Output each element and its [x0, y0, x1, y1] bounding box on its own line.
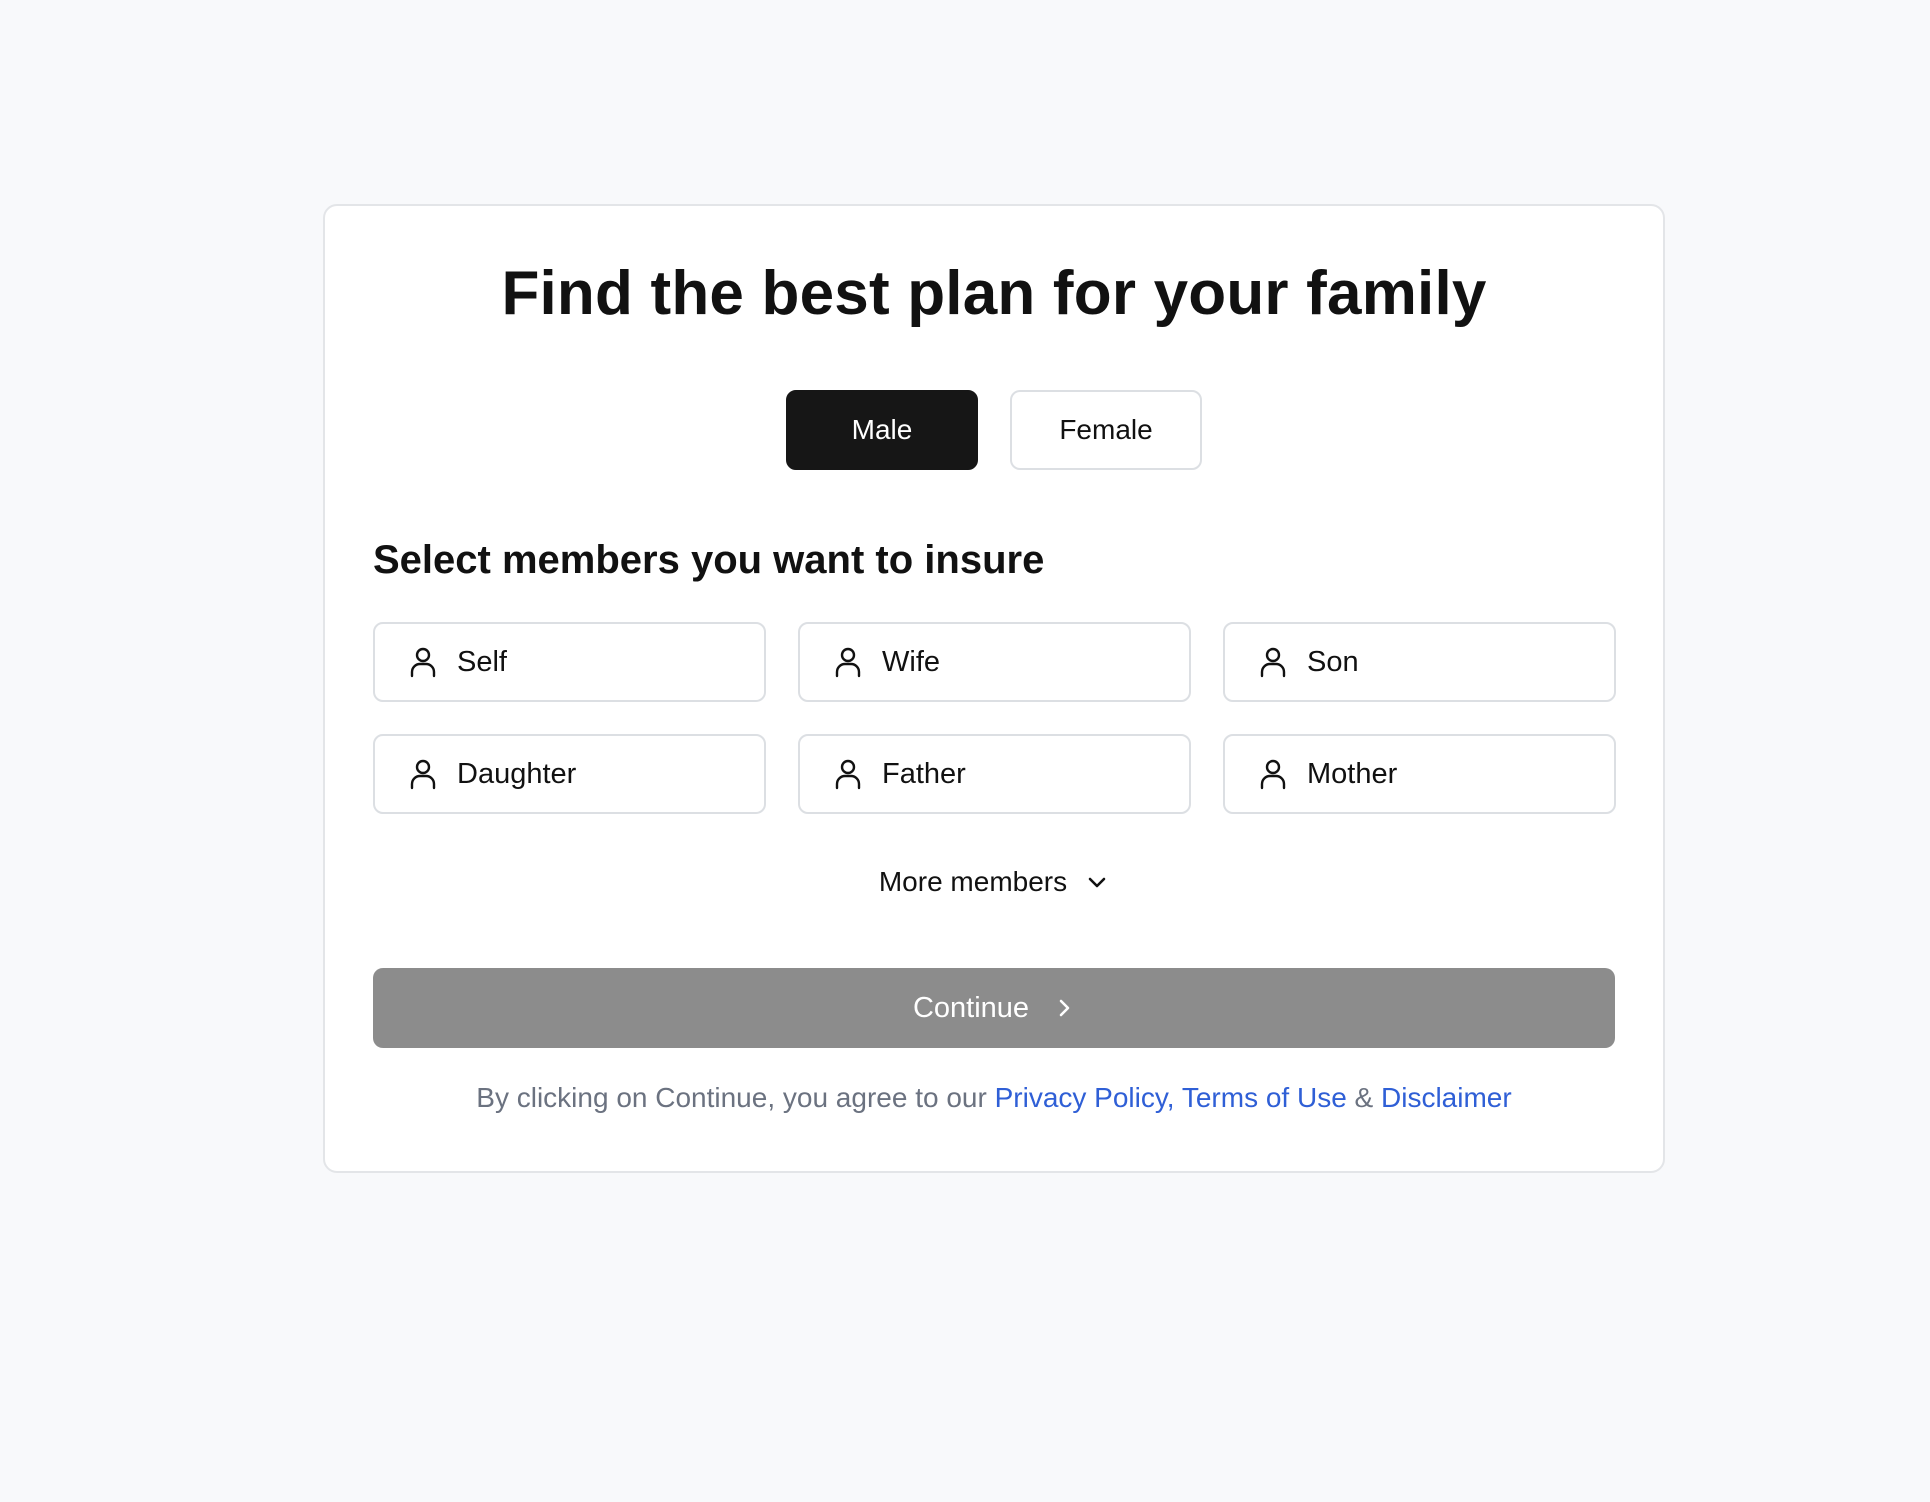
continue-button[interactable]: Continue [373, 968, 1615, 1048]
plan-finder-card: Find the best plan for your family Male … [323, 204, 1665, 1173]
continue-label: Continue [912, 991, 1030, 1024]
person-icon [1259, 758, 1287, 790]
member-father-tile[interactable]: Father [798, 734, 1191, 814]
member-mother-tile[interactable]: Mother [1223, 734, 1616, 814]
more-members-toggle[interactable]: More members [373, 866, 1615, 898]
member-wife-tile[interactable]: Wife [798, 622, 1191, 702]
members-grid: Self Wife Son Daughter Father Mother [373, 622, 1616, 814]
chevron-down-icon [1085, 870, 1109, 894]
page-title: Find the best plan for your family [501, 259, 1487, 328]
member-label: Daughter [457, 757, 577, 790]
chevron-right-icon [1053, 997, 1075, 1019]
person-icon [834, 758, 862, 790]
gender-male-button[interactable]: Male [786, 390, 978, 470]
terms-prefix: By clicking on Continue, you agree to ou… [476, 1082, 995, 1113]
member-label: Father [882, 757, 966, 790]
member-label: Son [1307, 645, 1359, 678]
more-members-label: More members [878, 866, 1068, 897]
person-icon [834, 646, 862, 678]
member-son-tile[interactable]: Son [1223, 622, 1616, 702]
terms-notice: By clicking on Continue, you agree to ou… [373, 1082, 1615, 1114]
disclaimer-link[interactable]: Disclaimer [1381, 1082, 1512, 1113]
person-icon [1259, 646, 1287, 678]
person-icon [409, 646, 437, 678]
ampersand: & [1346, 1082, 1382, 1113]
privacy-policy-link[interactable]: Privacy Policy, [995, 1082, 1175, 1113]
terms-of-use-link[interactable]: Terms of Use [1182, 1082, 1347, 1113]
gender-female-button[interactable]: Female [1010, 390, 1202, 470]
member-label: Mother [1307, 757, 1398, 790]
terms-space [1175, 1082, 1182, 1113]
member-label: Wife [882, 645, 940, 678]
member-self-tile[interactable]: Self [373, 622, 766, 702]
gender-selector: Male Female [373, 390, 1615, 470]
member-label: Self [457, 645, 507, 678]
person-icon [409, 758, 437, 790]
members-heading: Select members you want to insure [373, 538, 1045, 582]
member-daughter-tile[interactable]: Daughter [373, 734, 766, 814]
